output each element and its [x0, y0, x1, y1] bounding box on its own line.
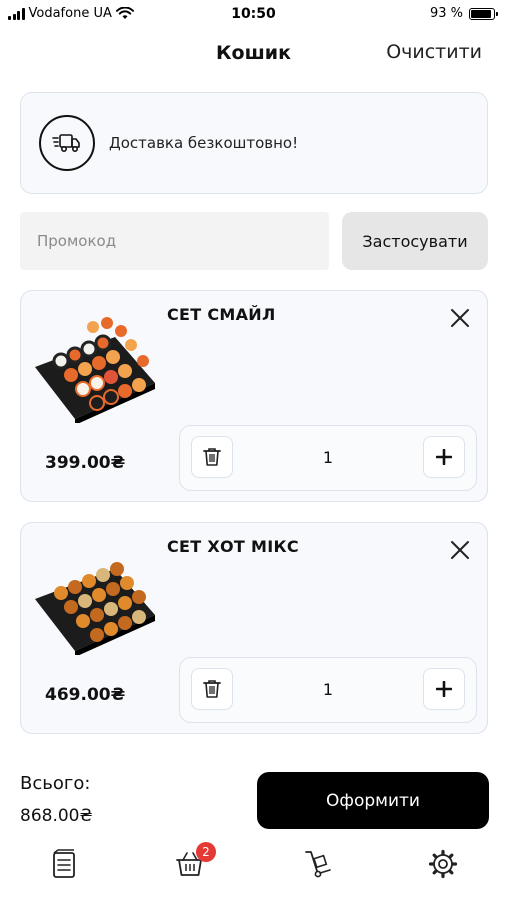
remove-item-button[interactable] [447, 537, 473, 563]
total-label: Всього: [20, 773, 91, 794]
plus-icon [436, 449, 452, 465]
close-icon [451, 541, 469, 559]
quantity-stepper: 1 [179, 425, 477, 491]
header: Кошик Очистити [0, 34, 507, 74]
battery-level [471, 9, 492, 18]
item-name: СЕТ СМАЙЛ [167, 305, 276, 324]
cart-item: СЕТ СМАЙЛ 399.00₴ 1 [20, 290, 488, 502]
clear-cart-button[interactable]: Очистити [386, 41, 482, 63]
delivery-banner: Доставка безкоштовно! [20, 92, 488, 194]
close-icon [451, 309, 469, 327]
item-name: СЕТ ХОТ МІКС [167, 537, 299, 556]
promo-code-input[interactable] [20, 212, 329, 270]
cart-count-badge: 2 [196, 842, 216, 862]
tab-delivery[interactable] [300, 846, 336, 882]
plus-icon [436, 681, 452, 697]
item-price: 399.00₴ [45, 453, 126, 473]
sushi-set-image [31, 305, 157, 425]
total-value: 868.00₴ [20, 806, 93, 826]
increase-quantity-button[interactable] [423, 436, 465, 478]
sushi-set-image [31, 537, 157, 657]
hand-truck-icon [305, 851, 331, 878]
item-price: 469.00₴ [45, 685, 126, 705]
battery-icon [469, 7, 498, 20]
tab-menu[interactable] [46, 846, 82, 882]
increase-quantity-button[interactable] [423, 668, 465, 710]
apply-promo-button[interactable]: Застосувати [342, 212, 488, 270]
status-bar: Vodafone UA 10:50 93 % [0, 0, 507, 30]
delivery-text: Доставка безкоштовно! [109, 134, 299, 152]
battery-percent: 93 % [429, 6, 463, 21]
cart-item: СЕТ ХОТ МІКС 469.00₴ 1 [20, 522, 488, 734]
remove-item-button[interactable] [447, 305, 473, 331]
menu-list-icon [53, 849, 75, 878]
tab-bar: 2 [0, 840, 507, 890]
status-right: 93 % [429, 6, 498, 21]
tab-settings[interactable] [425, 846, 461, 882]
delivery-truck-icon [39, 115, 95, 171]
tab-cart[interactable]: 2 [172, 842, 216, 882]
settings-gear-icon [428, 849, 458, 879]
checkout-button[interactable]: Оформити [257, 772, 489, 829]
quantity-stepper: 1 [179, 657, 477, 723]
